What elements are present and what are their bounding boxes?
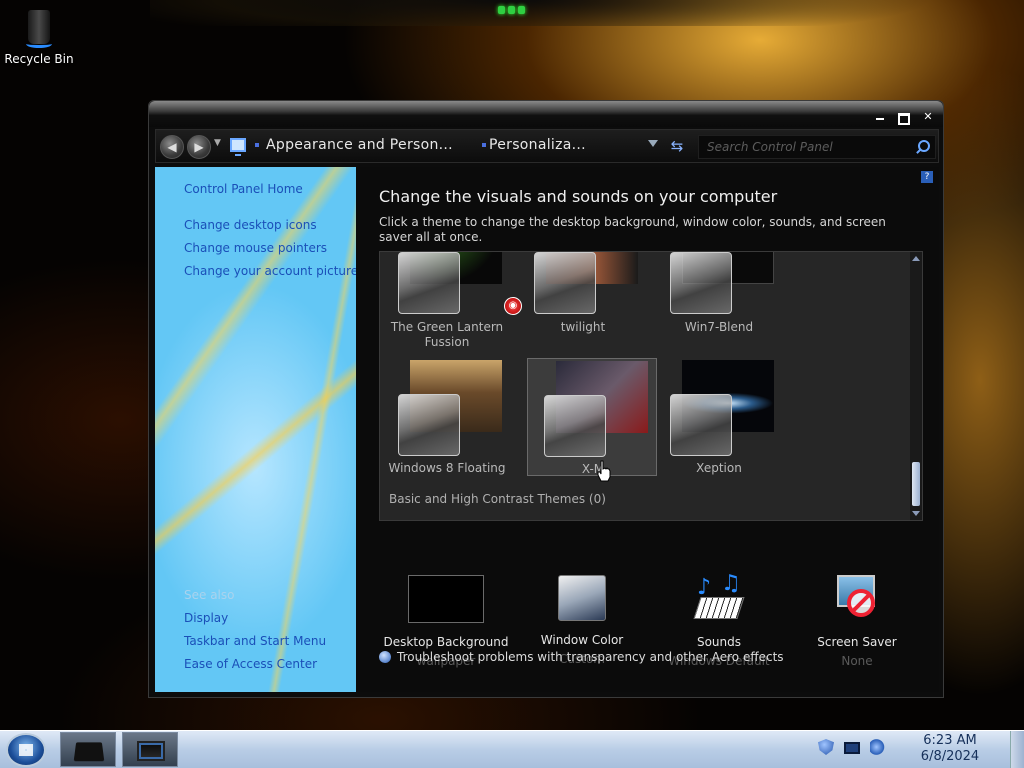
recycle-bin-icon — [24, 8, 54, 48]
breadcrumb-separator[interactable] — [482, 143, 486, 147]
hand-cursor-icon — [597, 460, 611, 482]
desktop-icon-label: Recycle Bin — [4, 52, 74, 66]
option-label: Window Color — [540, 633, 624, 647]
control-panel-icon — [137, 741, 165, 761]
wallpaper-green-lights — [496, 6, 526, 16]
back-button[interactable]: ◀ — [160, 135, 184, 159]
personalization-window: ✕ ◀ ▶ ▼ Appearance and Person... Persona… — [148, 100, 944, 698]
scroll-thumb[interactable] — [912, 462, 920, 506]
theme-label: X-M — [581, 462, 605, 476]
desktop-icon-recycle-bin[interactable]: Recycle Bin — [4, 8, 74, 66]
recent-pages-dropdown[interactable]: ▼ — [214, 138, 221, 148]
clock-time: 6:23 AM — [923, 733, 977, 748]
system-tray — [818, 739, 886, 755]
troubleshoot-label: Troubleshoot problems with transparency … — [397, 650, 784, 664]
basic-high-contrast-group-label[interactable]: Basic and High Contrast Themes (0) — [389, 492, 606, 506]
theme-gallery-scrollbar[interactable] — [910, 252, 922, 520]
option-label: Desktop Background — [383, 635, 509, 649]
breadcrumb-appearance[interactable]: Appearance and Person... — [266, 137, 453, 153]
window-titlebar[interactable]: ✕ — [149, 101, 943, 127]
main-content: ? Change the visuals and sounds on your … — [356, 167, 939, 692]
show-desktop-button[interactable] — [1010, 731, 1024, 768]
theme-label: Xeption — [696, 461, 742, 475]
page-description: Click a theme to change the desktop back… — [379, 215, 886, 244]
taskbar-item-control-panel[interactable] — [122, 732, 178, 767]
action-center-icon[interactable] — [818, 739, 834, 755]
close-button[interactable]: ✕ — [921, 111, 935, 123]
theme-item-selected[interactable]: X-M — [527, 358, 657, 476]
sidebar-link-control-panel-home[interactable]: Control Panel Home — [184, 182, 303, 196]
theme-item[interactable]: twilight — [518, 252, 648, 370]
theme-window-color-swatch — [544, 395, 606, 457]
minimize-button[interactable] — [873, 111, 887, 123]
troubleshoot-icon — [379, 651, 391, 663]
sidebar-link-desktop-icons[interactable]: Change desktop icons — [184, 218, 317, 232]
option-value: None — [841, 654, 873, 668]
theme-label: The Green Lantern Fussion — [390, 320, 504, 349]
sidebar-link-account-picture[interactable]: Change your account picture — [184, 264, 358, 278]
search-input[interactable] — [699, 136, 909, 158]
theme-item[interactable]: Windows 8 Floating — [382, 358, 512, 476]
theme-window-color-swatch — [398, 252, 460, 314]
scroll-down-arrow-icon[interactable] — [912, 511, 920, 516]
desktop-background-icon — [408, 575, 484, 623]
volume-icon[interactable] — [870, 739, 886, 755]
theme-window-color-swatch — [670, 252, 732, 314]
theme-item[interactable]: Xeption — [654, 358, 784, 476]
clock-date: 6/8/2024 — [920, 749, 980, 764]
option-label: Screen Saver — [817, 635, 897, 649]
page-title: Change the visuals and sounds on your co… — [379, 187, 778, 206]
sounds-icon: ♪ ♫ — [693, 573, 745, 623]
search-box[interactable] — [698, 135, 936, 159]
maximize-button[interactable] — [897, 111, 911, 123]
address-dropdown-arrow[interactable] — [648, 140, 658, 147]
theme-label: twilight — [560, 320, 606, 334]
theme-window-color-swatch — [670, 394, 732, 456]
theme-label: Win7-Blend — [684, 320, 754, 334]
sidebar: Control Panel Home Change desktop icons … — [155, 167, 358, 692]
taskbar-item-windows-explorer[interactable] — [60, 732, 116, 767]
sidebar-link-mouse-pointers[interactable]: Change mouse pointers — [184, 241, 327, 255]
option-label: Sounds — [696, 635, 742, 649]
theme-item[interactable]: ◉ The Green Lantern Fussion — [382, 252, 522, 370]
network-icon[interactable] — [844, 742, 860, 754]
screen-saver-icon — [833, 575, 881, 623]
address-bar: ◀ ▶ ▼ Appearance and Person... Personali… — [155, 129, 939, 163]
sidebar-link-display[interactable]: Display — [184, 611, 228, 625]
help-icon[interactable]: ? — [921, 171, 933, 183]
control-panel-icon — [230, 138, 246, 156]
taskbar: 6:23 AM 6/8/2024 — [0, 730, 1024, 768]
theme-window-color-swatch — [534, 252, 596, 314]
theme-gallery: ◉ The Green Lantern Fussion twilight Win… — [379, 251, 923, 521]
window-color-icon — [558, 575, 606, 621]
breadcrumb-personalization[interactable]: Personaliza... — [489, 137, 586, 153]
theme-item[interactable]: Win7-Blend — [654, 252, 784, 370]
forward-button[interactable]: ▶ — [187, 135, 211, 159]
search-icon[interactable] — [915, 140, 930, 154]
refresh-icon[interactable]: ⇆ — [668, 137, 686, 155]
troubleshoot-link[interactable]: Troubleshoot problems with transparency … — [379, 650, 784, 664]
clock[interactable]: 6:23 AM 6/8/2024 — [904, 733, 996, 765]
theme-label: Windows 8 Floating — [388, 461, 506, 475]
option-screen-saver[interactable]: Screen Saver None — [787, 575, 927, 668]
start-button[interactable] — [6, 733, 46, 767]
sidebar-link-taskbar-start-menu[interactable]: Taskbar and Start Menu — [184, 634, 326, 648]
breadcrumb-separator[interactable] — [255, 143, 259, 147]
wallpaper-top-glow — [150, 0, 950, 26]
theme-window-color-swatch — [398, 394, 460, 456]
sidebar-link-ease-of-access[interactable]: Ease of Access Center — [184, 657, 317, 671]
windows-explorer-icon — [73, 742, 105, 762]
see-also-heading: See also — [184, 588, 235, 602]
scroll-up-arrow-icon[interactable] — [912, 256, 920, 261]
